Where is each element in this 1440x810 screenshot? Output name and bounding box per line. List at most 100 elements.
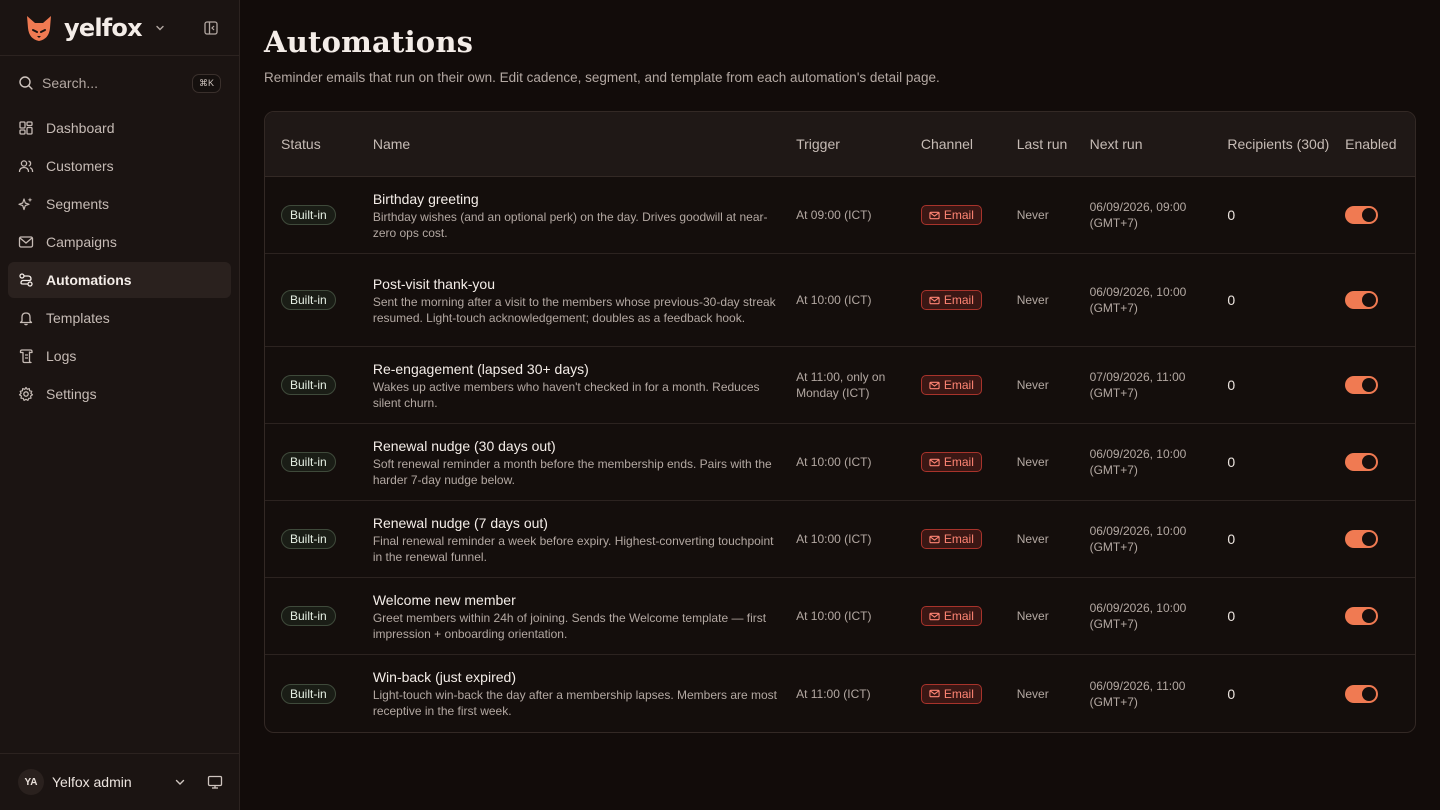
sidebar-item-customers[interactable]: Customers [8,148,231,184]
header-name[interactable]: Name [373,136,796,152]
enabled-toggle[interactable] [1345,206,1379,224]
mail-icon [929,457,940,468]
user-menu[interactable]: YA Yelfox admin [0,753,239,810]
last-run-cell: Never [1016,609,1049,623]
automation-name[interactable]: Re-engagement (lapsed 30+ days) [373,360,778,378]
enabled-toggle[interactable] [1345,453,1379,471]
sidebar-item-logs[interactable]: Logs [8,338,231,374]
status-badge: Built-in [281,683,336,704]
chevron-down-icon[interactable] [154,22,166,34]
last-run-cell: Never [1016,455,1049,469]
table-row[interactable]: Built-in Win-back (just expired) Light-tou… [265,655,1415,732]
sidebar-item-templates[interactable]: Templates [8,300,231,336]
channel-badge: Email [920,375,982,395]
sidebar-item-dashboard[interactable]: Dashboard [8,110,231,146]
brand-header: yelfox [0,0,239,56]
sidebar-item-label: Campaigns [46,234,117,250]
route-icon [18,272,34,288]
search-box[interactable]: Search... ⌘K [12,70,227,96]
channel-label: Email [943,686,974,701]
header-last-run[interactable]: Last run [1017,134,1090,154]
chevron-down-icon[interactable] [173,775,187,789]
enabled-toggle[interactable] [1345,684,1379,703]
automation-name[interactable]: Welcome new member [373,591,778,609]
user-name: Yelfox admin [52,774,132,790]
sidebar-item-automations[interactable]: Automations [8,262,231,298]
name-cell[interactable]: Birthday greeting Birthday wishes (and an… [373,190,796,241]
table-row[interactable]: Built-in Post-visit thank-you Sent the mor… [265,254,1415,347]
channel-cell: Email [920,452,1017,472]
recipients-cell: 0 [1227,531,1236,547]
search-icon [18,75,34,91]
recipients-cell: 0 [1227,377,1236,393]
sidebar-item-segments[interactable]: Segments [8,186,231,222]
enabled-cell [1345,291,1415,309]
header-next-run[interactable]: Next run [1090,134,1228,154]
header-trigger[interactable]: Trigger [796,134,921,154]
enabled-toggle[interactable] [1345,607,1379,625]
mail-icon [929,295,940,306]
sparkles-icon [18,196,34,212]
automation-description: Greet members within 24h of joining. Sen… [372,610,767,641]
next-run-cell: 07/09/2026, 11:00 (GMT+7) [1089,370,1186,400]
toggle-knob [1362,208,1377,222]
name-cell[interactable]: Renewal nudge (30 days out) Soft renewal … [373,437,796,488]
scroll-icon [18,348,34,364]
enabled-cell [1345,684,1415,703]
last-run-cell: Never [1016,208,1049,222]
automation-name[interactable]: Birthday greeting [373,190,778,208]
channel-badge: Email [920,683,982,704]
sidebar-collapse-icon[interactable] [201,18,221,38]
enabled-toggle[interactable] [1345,376,1379,394]
channel-cell: Email [920,606,1017,626]
header-enabled[interactable]: Enabled [1345,136,1415,152]
name-cell[interactable]: Renewal nudge (7 days out) Final renewal … [373,514,796,565]
search-shortcut-badge: ⌘K [191,73,221,93]
enabled-cell [1345,453,1415,471]
sidebar-item-campaigns[interactable]: Campaigns [8,224,231,260]
page-subtitle: Reminder emails that run on their own. E… [264,70,940,85]
enabled-toggle[interactable] [1345,291,1379,309]
status-cell: Built-in [265,290,373,310]
name-cell[interactable]: Post-visit thank-you Sent the morning aft… [373,275,796,326]
status-badge: Built-in [281,529,336,549]
mail-icon [929,534,940,545]
status-badge: Built-in [281,452,336,472]
name-cell[interactable]: Re-engagement (lapsed 30+ days) Wakes up … [373,360,796,411]
sidebar-item-settings[interactable]: Settings [8,376,231,412]
channel-cell: Email [920,290,1017,310]
trigger-cell: At 11:00, only on Monday (ICT) [796,370,886,400]
name-cell[interactable]: Win-back (just expired) Light-touch win-b… [373,668,796,719]
automation-name[interactable]: Post-visit thank-you [373,275,778,293]
automation-name[interactable]: Renewal nudge (30 days out) [373,437,778,455]
table-row[interactable]: Built-in Re-engagement (lapsed 30+ days) W… [265,347,1415,424]
table-row[interactable]: Built-in Renewal nudge (30 days out) Soft … [265,424,1415,501]
fox-logo-icon[interactable] [24,13,54,43]
automation-name[interactable]: Win-back (just expired) [373,668,778,686]
table-row[interactable]: Built-in Renewal nudge (7 days out) Final … [265,501,1415,578]
automation-name[interactable]: Renewal nudge (7 days out) [373,514,778,532]
name-cell[interactable]: Welcome new member Greet members within 2… [373,591,796,642]
mail-icon [929,688,940,699]
sidebar-item-label: Segments [46,196,110,212]
status-cell: Built-in [265,606,373,626]
table-row[interactable]: Built-in Welcome new member Greet members … [265,578,1415,655]
toggle-knob [1362,686,1377,701]
header-recipients[interactable]: Recipients (30d) [1227,134,1345,154]
toggle-knob [1362,532,1377,546]
last-run-cell: Never [1016,378,1049,392]
next-run-cell: 06/09/2026, 10:00 (GMT+7) [1089,524,1187,554]
channel-label: Email [943,208,974,222]
trigger-cell: At 10:00 (ICT) [796,293,872,307]
header-status[interactable]: Status [265,136,373,152]
mail-icon [18,234,34,250]
header-channel[interactable]: Channel [921,136,1017,152]
brand-name[interactable]: yelfox [64,14,143,42]
table-header: Status Name Trigger Channel Last run Nex… [265,112,1415,177]
table-row[interactable]: Built-in Birthday greeting Birthday wishes… [265,177,1415,254]
monitor-icon[interactable] [207,774,223,790]
automation-description: Soft renewal reminder a month before the… [372,456,772,487]
sidebar-item-label: Settings [46,386,97,402]
status-cell: Built-in [265,375,373,395]
enabled-toggle[interactable] [1345,530,1379,548]
